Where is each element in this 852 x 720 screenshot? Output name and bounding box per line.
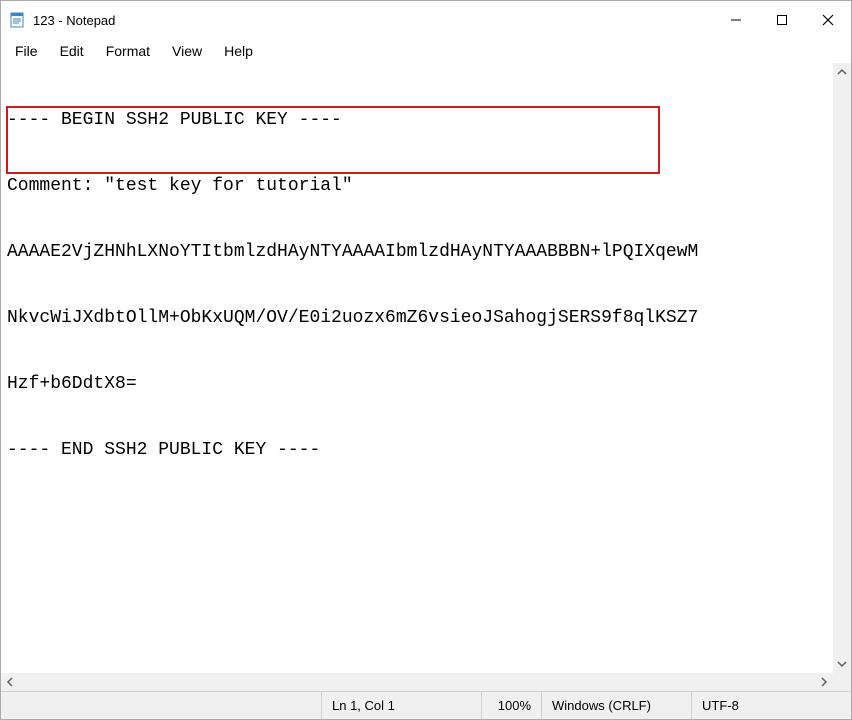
menu-edit[interactable]: Edit xyxy=(50,41,94,61)
doc-line: AAAAE2VjZHNhLXNoYTItbmlzdHAyNTYAAAAIbmlz… xyxy=(7,241,849,263)
scroll-right-icon[interactable] xyxy=(815,673,833,691)
status-encoding: UTF-8 xyxy=(691,692,851,719)
notepad-icon xyxy=(9,12,25,28)
window-title: 123 - Notepad xyxy=(33,13,115,28)
content-wrapper: ---- BEGIN SSH2 PUBLIC KEY ---- Comment:… xyxy=(1,63,851,691)
title-bar: 123 - Notepad xyxy=(1,1,851,39)
doc-line: Hzf+b6DdtX8= xyxy=(7,373,849,395)
doc-line: Comment: "test key for tutorial" xyxy=(7,175,849,197)
status-position: Ln 1, Col 1 xyxy=(321,692,481,719)
status-zoom: 100% xyxy=(481,692,541,719)
document-content: ---- BEGIN SSH2 PUBLIC KEY ---- Comment:… xyxy=(7,65,849,505)
doc-line: ---- BEGIN SSH2 PUBLIC KEY ---- xyxy=(7,109,849,131)
window-controls xyxy=(713,1,851,39)
scroll-left-icon[interactable] xyxy=(1,673,19,691)
scroll-up-icon[interactable] xyxy=(833,63,851,81)
doc-line-text: ---- BEGIN SSH2 PUBLIC KEY ---- xyxy=(7,110,342,130)
menu-bar: File Edit Format View Help xyxy=(1,39,851,63)
maximize-button[interactable] xyxy=(759,1,805,39)
horizontal-scrollbar[interactable] xyxy=(1,673,833,691)
status-spacer xyxy=(1,692,321,719)
doc-line: NkvcWiJXdbtOllM+ObKxUQM/OV/E0i2uozx6mZ6v… xyxy=(7,307,849,329)
menu-file[interactable]: File xyxy=(5,41,48,61)
status-bar: Ln 1, Col 1 100% Windows (CRLF) UTF-8 xyxy=(1,691,851,719)
menu-view[interactable]: View xyxy=(162,41,212,61)
scroll-corner xyxy=(833,673,851,691)
status-line-ending: Windows (CRLF) xyxy=(541,692,691,719)
close-button[interactable] xyxy=(805,1,851,39)
menu-help[interactable]: Help xyxy=(214,41,263,61)
horizontal-scroll-track[interactable] xyxy=(19,673,815,691)
menu-format[interactable]: Format xyxy=(96,41,160,61)
vertical-scroll-track[interactable] xyxy=(833,81,851,655)
vertical-scrollbar[interactable] xyxy=(833,63,851,673)
scroll-down-icon[interactable] xyxy=(833,655,851,673)
minimize-button[interactable] xyxy=(713,1,759,39)
text-editor-area[interactable]: ---- BEGIN SSH2 PUBLIC KEY ---- Comment:… xyxy=(1,63,851,691)
doc-line: ---- END SSH2 PUBLIC KEY ---- xyxy=(7,439,849,461)
